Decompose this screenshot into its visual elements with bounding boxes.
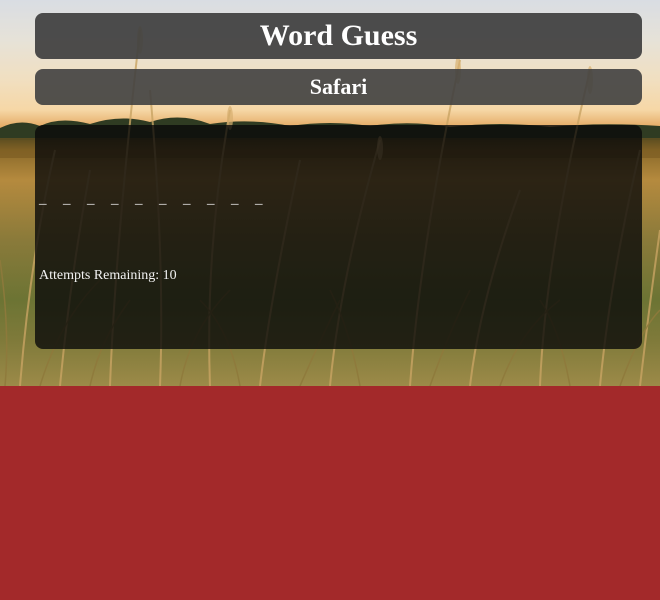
attempts-label: Attempts Remaining: [39, 268, 160, 283]
letter-slot: _ [231, 191, 239, 207]
category-panel: Safari [35, 69, 642, 105]
hidden-word: _ _ _ _ _ _ _ _ _ _ [39, 191, 279, 208]
attempts-count: 10 [162, 268, 177, 283]
letter-slot: _ [135, 191, 143, 207]
letter-slot: _ [207, 191, 215, 207]
letter-slot: _ [63, 191, 71, 207]
page-footer-area [0, 386, 660, 600]
letter-slot: _ [39, 191, 47, 207]
letter-slot: _ [255, 191, 263, 207]
letter-slot: _ [111, 191, 119, 207]
category-label: Safari [309, 74, 368, 99]
letter-slot: _ [183, 191, 191, 207]
letter-slot: _ [87, 191, 95, 207]
game-title: Word Guess [259, 19, 418, 52]
attempts-remaining: Attempts Remaining: 10 [39, 268, 177, 284]
game-title-panel: Word Guess [35, 13, 642, 59]
game-board-panel: _ _ _ _ _ _ _ _ _ _ Attempts Remaining: 10 [35, 125, 642, 349]
letter-slot: _ [159, 191, 167, 207]
